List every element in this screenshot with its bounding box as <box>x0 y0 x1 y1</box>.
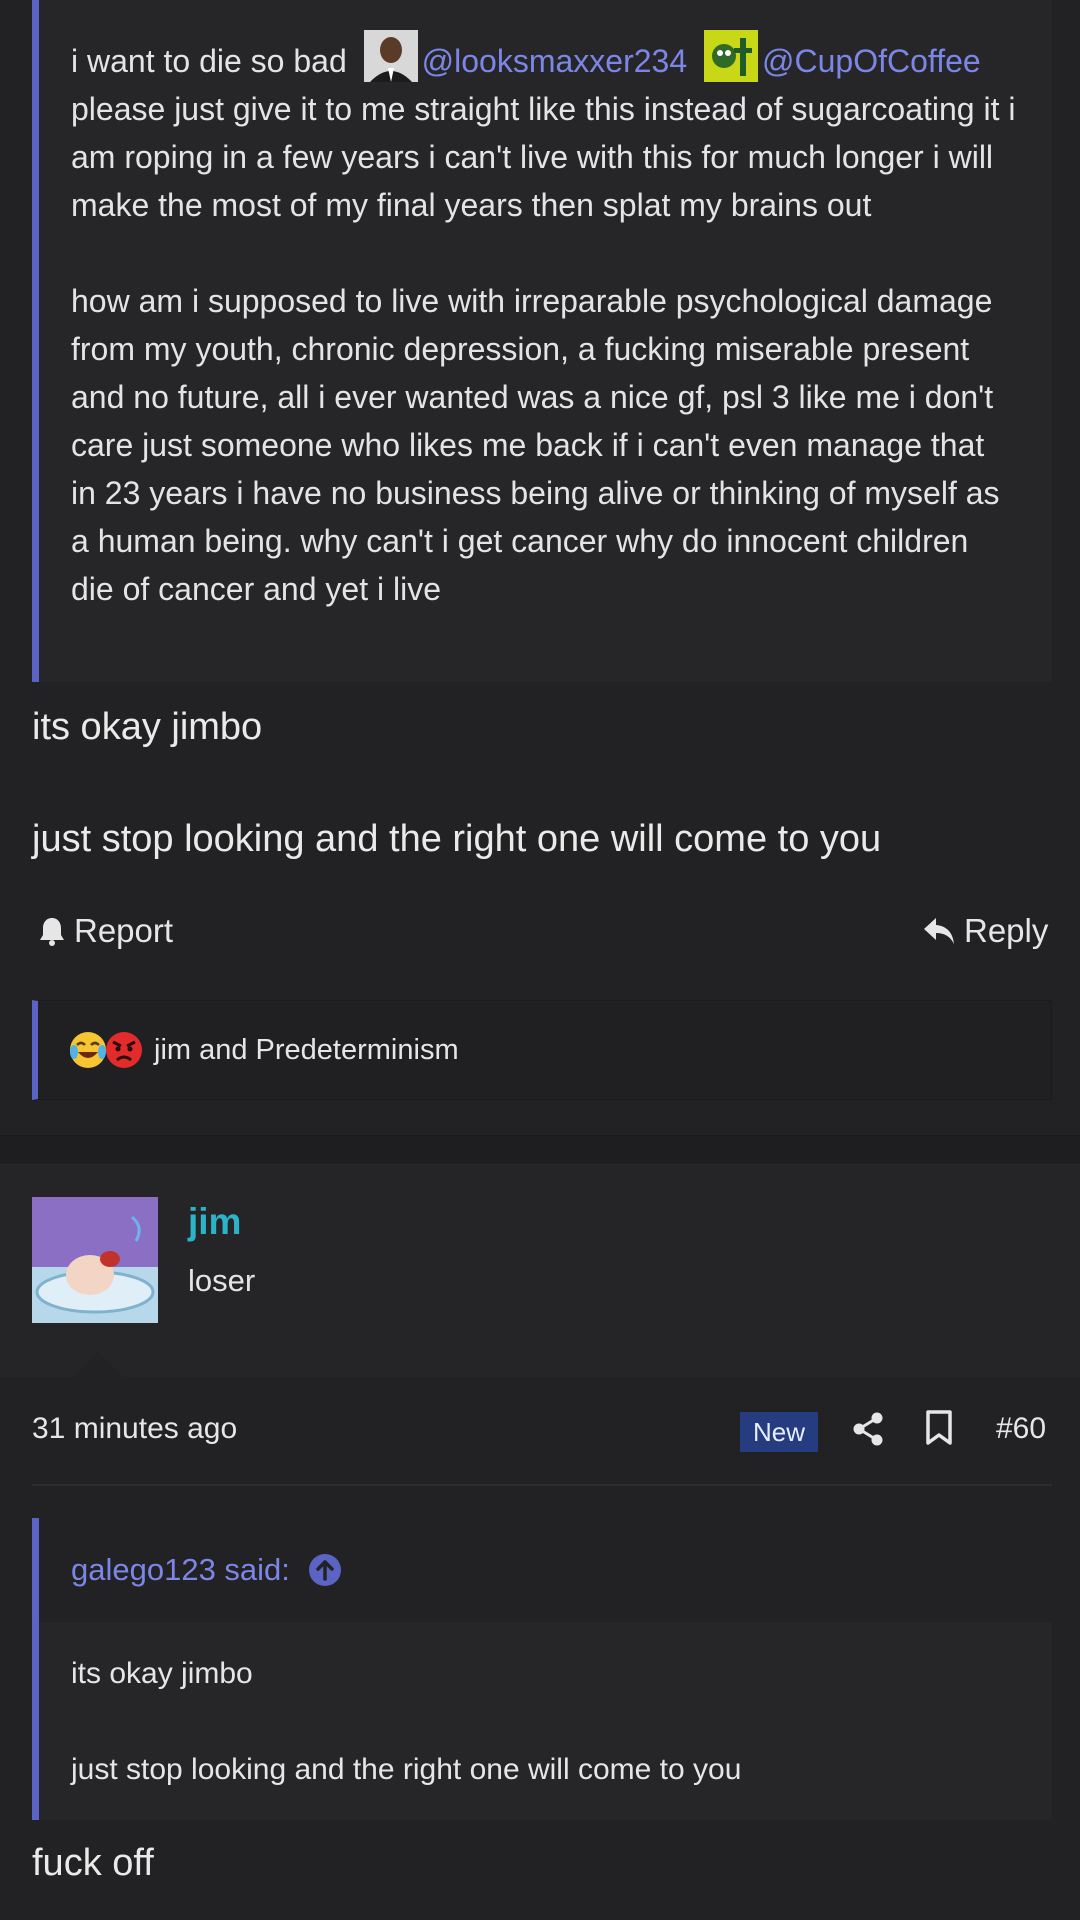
quote-line: just stop looking and the right one will… <box>71 1753 742 1786</box>
reply-arrow-icon <box>924 918 954 944</box>
quote-text-continued: please just give it to me straight like … <box>71 91 1016 223</box>
report-button[interactable]: Report <box>38 912 173 950</box>
angry-face-emoji-icon <box>106 1032 142 1068</box>
quote-header[interactable]: galego123 said: <box>39 1518 1052 1622</box>
share-icon[interactable] <box>852 1412 884 1446</box>
post-divider <box>0 1135 1080 1165</box>
bookmark-icon[interactable] <box>925 1410 953 1446</box>
author-pointer <box>72 1352 124 1378</box>
reply-label: Reply <box>964 912 1049 949</box>
quote-body: its okay jimbo just stop looking and the… <box>39 1622 1052 1820</box>
quote-block: galego123 said: its okay jimbo just stop… <box>32 1518 1052 1820</box>
author-title: loser <box>188 1263 256 1298</box>
post-meta: 31 minutes ago New #60 <box>0 1378 1080 1486</box>
mention-avatar-looksmaxxer234 <box>363 30 418 82</box>
post-timestamp[interactable]: 31 minutes ago <box>32 1412 237 1446</box>
quote-line: its okay jimbo <box>71 1657 253 1690</box>
reactions-bar[interactable]: jim and Predeterminism <box>32 1000 1052 1100</box>
crying-laughing-emoji-icon <box>70 1032 106 1068</box>
post-author-block: jim loser <box>0 1165 1080 1377</box>
mention-link-cupofcoffee[interactable]: @CupOfCoffee <box>762 43 981 79</box>
meta-divider <box>32 1484 1052 1486</box>
report-label: Report <box>74 912 174 949</box>
quote-paragraph: how am i supposed to live with irreparab… <box>71 283 1000 607</box>
bell-icon <box>40 918 64 946</box>
author-name[interactable]: jim <box>188 1201 241 1243</box>
quote-text: i want to die so bad <box>71 43 347 79</box>
quote-block: i want to die so bad @looksmaxxer234 @Cu… <box>32 0 1052 682</box>
post-number[interactable]: #60 <box>996 1412 1046 1446</box>
arrow-up-circle-icon[interactable] <box>308 1553 342 1587</box>
post-text-line: just stop looking and the right one will… <box>32 818 882 860</box>
user-avatar[interactable] <box>32 1197 158 1323</box>
mention-link-looksmaxxer234[interactable]: @looksmaxxer234 <box>422 43 687 79</box>
reactions-users[interactable]: jim and Predeterminism <box>154 1034 459 1067</box>
reply-button[interactable]: Reply <box>922 912 1048 950</box>
quote-attribution[interactable]: galego123 said: <box>71 1552 290 1588</box>
mention-avatar-cupofcoffee <box>704 30 758 82</box>
new-badge: New <box>740 1412 818 1452</box>
post-text-line: its okay jimbo <box>32 706 263 748</box>
quote-body: i want to die so bad @looksmaxxer234 @Cu… <box>39 0 1052 613</box>
post-text: fuck off <box>32 1842 154 1884</box>
